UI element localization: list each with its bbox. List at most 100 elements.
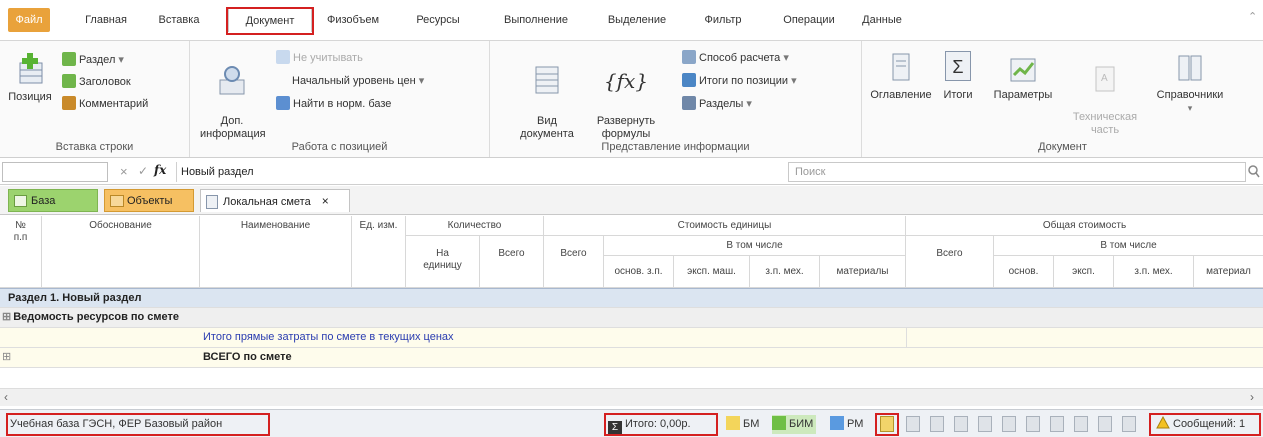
status-base[interactable]: Учебная база ГЭСН, ФЕР Базовый район xyxy=(10,415,222,434)
col-unit[interactable]: Ед. изм. xyxy=(352,216,406,288)
collapse-ribbon-icon[interactable]: ⌃ xyxy=(1248,10,1257,23)
document-tabs: База Объекты Локальная смета × xyxy=(0,186,1263,215)
col-num[interactable]: № п.п xyxy=(0,216,42,288)
expand-formulas-button[interactable]: {fx} Развернуть формулы xyxy=(590,51,662,141)
find-norm-button[interactable]: Найти в норм. базе xyxy=(276,95,391,113)
toolbar-icon-8[interactable] xyxy=(1074,416,1088,432)
sections-button[interactable]: Разделы ▾ xyxy=(682,95,752,113)
toolbar-icon-6[interactable] xyxy=(1026,416,1040,432)
col-uc-total[interactable]: Всего xyxy=(544,236,604,288)
toolbar-icon-2[interactable] xyxy=(930,416,944,432)
status-messages[interactable]: Сообщений: 1 xyxy=(1156,415,1245,434)
cancel-icon[interactable]: × xyxy=(120,164,128,179)
col-uc-including[interactable]: В том числе xyxy=(604,236,906,256)
col-uc-machines[interactable]: эксп. маш. xyxy=(674,256,750,288)
expand-resources-icon[interactable]: ⊞ xyxy=(2,311,11,323)
references-button[interactable]: Справочники ▾ xyxy=(1150,51,1230,115)
grand-total-row[interactable]: ⊞ ВСЕГО по смете xyxy=(0,348,1263,368)
contents-button[interactable]: Оглавление xyxy=(868,51,934,102)
resources-row-label: Ведомость ресурсов по смете xyxy=(13,311,180,323)
tab-home[interactable]: Главная xyxy=(76,8,136,32)
insert-comment-button[interactable]: Комментарий xyxy=(62,95,148,113)
insert-section-button[interactable]: Раздел ▾ xyxy=(62,51,124,69)
col-uc-mech[interactable]: з.п. мех. xyxy=(750,256,820,288)
col-qty-total[interactable]: Всего xyxy=(480,236,544,288)
extra-info-button[interactable]: Доп. информация xyxy=(200,51,266,141)
col-tc-including[interactable]: В том числе xyxy=(994,236,1263,256)
col-qty-per-unit[interactable]: На единицу xyxy=(406,236,480,288)
group-label-view: Представление информации xyxy=(601,141,750,153)
tab-objects[interactable]: Объекты xyxy=(104,189,194,212)
calc-method-label: Способ расчета xyxy=(699,52,781,64)
tab-physvolume[interactable]: Физобъем xyxy=(318,8,388,32)
not-count-button[interactable]: Не учитывать xyxy=(276,49,363,67)
tab-data[interactable]: Данные xyxy=(856,8,908,32)
status-sum[interactable]: Σ Итого: 0,00р. xyxy=(608,415,691,435)
col-uc-main[interactable]: основ. з.п. xyxy=(604,256,674,288)
position-button[interactable]: Позиция xyxy=(8,51,52,104)
toolbar-icon-9[interactable] xyxy=(1098,416,1112,432)
toolbar-icon-1[interactable] xyxy=(906,416,920,432)
totals-button[interactable]: Σ Итоги xyxy=(940,51,976,102)
horizontal-scrollbar[interactable]: ‹ › xyxy=(0,388,1263,406)
tab-filter[interactable]: Фильтр xyxy=(694,8,752,32)
toolbar-icon-3[interactable] xyxy=(954,416,968,432)
search-icon[interactable] xyxy=(1248,165,1260,179)
formula-input[interactable]: Новый раздел xyxy=(176,162,786,182)
expand-total-icon[interactable]: ⊞ xyxy=(2,348,11,367)
col-tc-total[interactable]: Всего xyxy=(906,236,994,288)
tech-part-icon: A xyxy=(1095,66,1115,92)
col-quantity[interactable]: Количество xyxy=(406,216,544,236)
tab-selection[interactable]: Выделение xyxy=(596,8,678,32)
toolbar-icon-7[interactable] xyxy=(1050,416,1064,432)
calc-method-button[interactable]: Способ расчета ▾ xyxy=(682,49,789,67)
tab-file[interactable]: Файл xyxy=(8,8,50,32)
col-tc-machines[interactable]: эксп. xyxy=(1054,256,1114,288)
close-tab-icon[interactable]: × xyxy=(322,194,329,208)
insert-comment-label: Комментарий xyxy=(79,98,149,110)
tab-document[interactable]: Документ xyxy=(228,8,312,32)
tab-local-estimate[interactable]: Локальная смета × xyxy=(200,189,350,212)
calc-toolbar-icon[interactable] xyxy=(880,416,894,432)
contents-icon xyxy=(892,53,910,81)
price-level-button[interactable]: Начальный уровень цен ▾ xyxy=(292,72,424,90)
tab-resources[interactable]: Ресурсы xyxy=(406,8,470,32)
toolbar-icon-4[interactable] xyxy=(978,416,992,432)
grid-edge xyxy=(1257,288,1263,289)
tab-operations[interactable]: Операции xyxy=(774,8,844,32)
toolbar-icon-10[interactable] xyxy=(1122,416,1136,432)
doc-view-button[interactable]: Вид документа xyxy=(514,51,580,141)
toolbar-icon-5[interactable] xyxy=(1002,416,1016,432)
col-tc-main[interactable]: основ. xyxy=(994,256,1054,288)
tech-part-button[interactable]: A Техническая часть xyxy=(1066,51,1144,137)
status-bim[interactable]: БИМ xyxy=(772,415,817,434)
col-uc-materials[interactable]: материалы xyxy=(820,256,906,288)
sigma-icon: Σ xyxy=(945,51,971,81)
tab-objects-label: Объекты xyxy=(127,195,173,207)
status-bm[interactable]: БМ xyxy=(726,415,759,434)
col-name[interactable]: Наименование xyxy=(200,216,352,288)
search-input[interactable]: Поиск xyxy=(788,162,1246,182)
col-tc-mech[interactable]: з.п. мех. xyxy=(1114,256,1194,288)
insert-header-button[interactable]: Заголовок xyxy=(62,73,131,91)
col-tc-materials[interactable]: материал xyxy=(1194,256,1263,288)
rm-label: РМ xyxy=(847,418,864,430)
tab-insert[interactable]: Вставка xyxy=(148,8,210,32)
position-totals-button[interactable]: Итоги по позиции ▾ xyxy=(682,72,797,90)
col-total-cost[interactable]: Общая стоимость xyxy=(906,216,1263,236)
section-row[interactable]: Раздел 1. Новый раздел xyxy=(0,288,1263,308)
parameters-button[interactable]: Параметры xyxy=(988,51,1058,102)
scroll-right-icon[interactable]: › xyxy=(1250,390,1254,404)
status-rm[interactable]: РМ xyxy=(830,415,863,434)
direct-costs-row[interactable]: Итого прямые затраты по смете в текущих … xyxy=(0,328,1263,348)
resources-row[interactable]: ⊞ Ведомость ресурсов по смете xyxy=(0,308,1263,328)
scroll-left-icon[interactable]: ‹ xyxy=(4,390,8,404)
confirm-icon[interactable]: ✓ xyxy=(138,164,148,178)
tab-base[interactable]: База xyxy=(8,189,98,212)
name-box[interactable] xyxy=(2,162,108,182)
col-basis[interactable]: Обоснование xyxy=(42,216,200,288)
col-unit-cost[interactable]: Стоимость единицы xyxy=(544,216,906,236)
tab-execution[interactable]: Выполнение xyxy=(494,8,578,32)
section-icon xyxy=(62,52,76,66)
references-label: Справочники xyxy=(1156,89,1224,101)
